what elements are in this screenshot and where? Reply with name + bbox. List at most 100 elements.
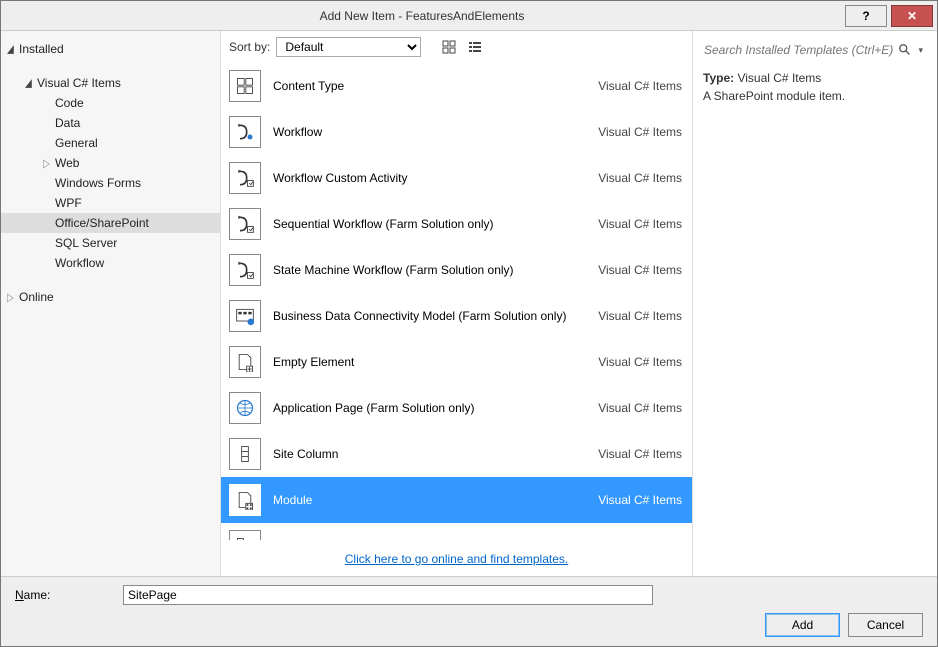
template-category: Visual C# Items [598,79,682,93]
tree-node-sharepoint[interactable]: Office/SharePoint [1,213,220,233]
template-icon [229,392,261,424]
template-row[interactable]: State Machine Workflow (Farm Solution on… [221,247,692,293]
sortby-label: Sort by: [229,40,270,54]
template-name: Empty Element [273,355,598,369]
search-input[interactable] [704,40,895,60]
tree-node-vcsitems[interactable]: Visual C# Items [1,73,220,93]
type-value: Visual C# Items [737,71,821,85]
tree-node-general[interactable]: General [1,133,220,153]
template-row[interactable]: Business Data Connectivity Model (Farm S… [221,293,692,339]
tree-node-online[interactable]: Online [1,287,220,307]
tree-label: Installed [19,42,64,56]
tree-label: General [55,136,98,150]
tree-node-workflow[interactable]: Workflow [1,253,220,273]
template-category: Visual C# Items [598,355,682,369]
template-row[interactable]: Sequential Workflow (Farm Solution only)… [221,201,692,247]
tree-label: Office/SharePoint [55,216,149,230]
tree-label: Visual C# Items [37,76,121,90]
tree-label: Data [55,116,80,130]
template-icon [229,254,261,286]
template-name: Application Page (Farm Solution only) [273,401,598,415]
sortby-select[interactable]: Default [276,37,421,57]
tree-label: Web [55,156,79,170]
template-row[interactable]: Content TypeVisual C# Items [221,63,692,109]
dialog-footer: Name: Add Cancel [1,576,937,646]
search-dropdown-icon[interactable]: ▾ [915,45,926,56]
template-info: Type: Visual C# Items A SharePoint modul… [703,71,927,103]
search-button[interactable] [895,40,915,60]
tree-label: Windows Forms [55,176,141,190]
template-row[interactable]: ModuleVisual C# Items [221,477,692,523]
name-row: Name: [1,577,937,613]
tree-node-web[interactable]: Web [1,153,220,173]
template-icon [229,162,261,194]
template-name: Workflow Custom Activity [273,171,598,185]
template-icon [229,438,261,470]
template-category: Visual C# Items [598,493,682,507]
close-button[interactable]: ✕ [891,5,933,27]
template-category: Visual C# Items [598,539,682,540]
template-description: A SharePoint module item. [703,89,927,103]
template-name: Site Definition (Farm Solution only) [273,539,598,540]
tree-node-code[interactable]: Code [1,93,220,113]
template-row[interactable]: Site Definition (Farm Solution only)Visu… [221,523,692,540]
online-templates-link[interactable]: Click here to go online and find templat… [345,552,568,566]
tree-node-winforms[interactable]: Windows Forms [1,173,220,193]
tree-node-data[interactable]: Data [1,113,220,133]
template-name: Content Type [273,79,598,93]
tree-label: Online [19,290,54,304]
list-icon [468,40,482,54]
caret-icon [7,42,15,56]
template-icon [229,70,261,102]
template-icon [229,116,261,148]
online-link-wrap: Click here to go online and find templat… [221,540,692,576]
template-category: Visual C# Items [598,217,682,231]
tree-label: Workflow [55,256,104,270]
help-button[interactable]: ? [845,5,887,27]
window-title: Add New Item - FeaturesAndElements [1,9,843,23]
template-name: State Machine Workflow (Farm Solution on… [273,263,598,277]
grid-icon [442,40,456,54]
template-icon [229,208,261,240]
template-row[interactable]: Site ColumnVisual C# Items [221,431,692,477]
titlebar: Add New Item - FeaturesAndElements ? ✕ [1,1,937,31]
add-button[interactable]: Add [765,613,840,637]
template-category: Visual C# Items [598,447,682,461]
template-category: Visual C# Items [598,171,682,185]
template-icon [229,484,261,516]
template-row[interactable]: Empty ElementVisual C# Items [221,339,692,385]
template-icon [229,530,261,540]
tree-label: WPF [55,196,82,210]
template-category: Visual C# Items [598,401,682,415]
tree-node-installed[interactable]: Installed [1,39,220,59]
button-row: Add Cancel [1,613,937,647]
template-name: Business Data Connectivity Model (Farm S… [273,309,598,323]
template-row[interactable]: Workflow Custom ActivityVisual C# Items [221,155,692,201]
template-name: Sequential Workflow (Farm Solution only) [273,217,598,231]
view-medium-icons-button[interactable] [439,37,459,57]
tree-label: Code [55,96,84,110]
caret-icon [7,290,15,304]
caret-icon [25,76,33,90]
search-icon [898,43,912,57]
template-name: Workflow [273,125,598,139]
name-label: Name: [15,588,115,602]
details-pane: ▾ Type: Visual C# Items A SharePoint mod… [692,31,937,576]
template-category: Visual C# Items [598,263,682,277]
tree-label: SQL Server [55,236,117,250]
cancel-button[interactable]: Cancel [848,613,923,637]
tree-node-wpf[interactable]: WPF [1,193,220,213]
view-small-icons-button[interactable] [465,37,485,57]
tree-node-sqlserver[interactable]: SQL Server [1,233,220,253]
template-icon [229,346,261,378]
category-tree: Installed Visual C# Items Code Data Gene… [1,31,221,576]
template-pane: Sort by: Default Content TypeVisual C# I… [221,31,692,576]
template-row[interactable]: Application Page (Farm Solution only)Vis… [221,385,692,431]
template-row[interactable]: WorkflowVisual C# Items [221,109,692,155]
template-name: Module [273,493,598,507]
name-input[interactable] [123,585,653,605]
caret-icon [43,156,51,170]
template-icon [229,300,261,332]
search-wrap: ▾ [703,39,927,61]
template-list[interactable]: Content TypeVisual C# ItemsWorkflowVisua… [221,63,692,540]
